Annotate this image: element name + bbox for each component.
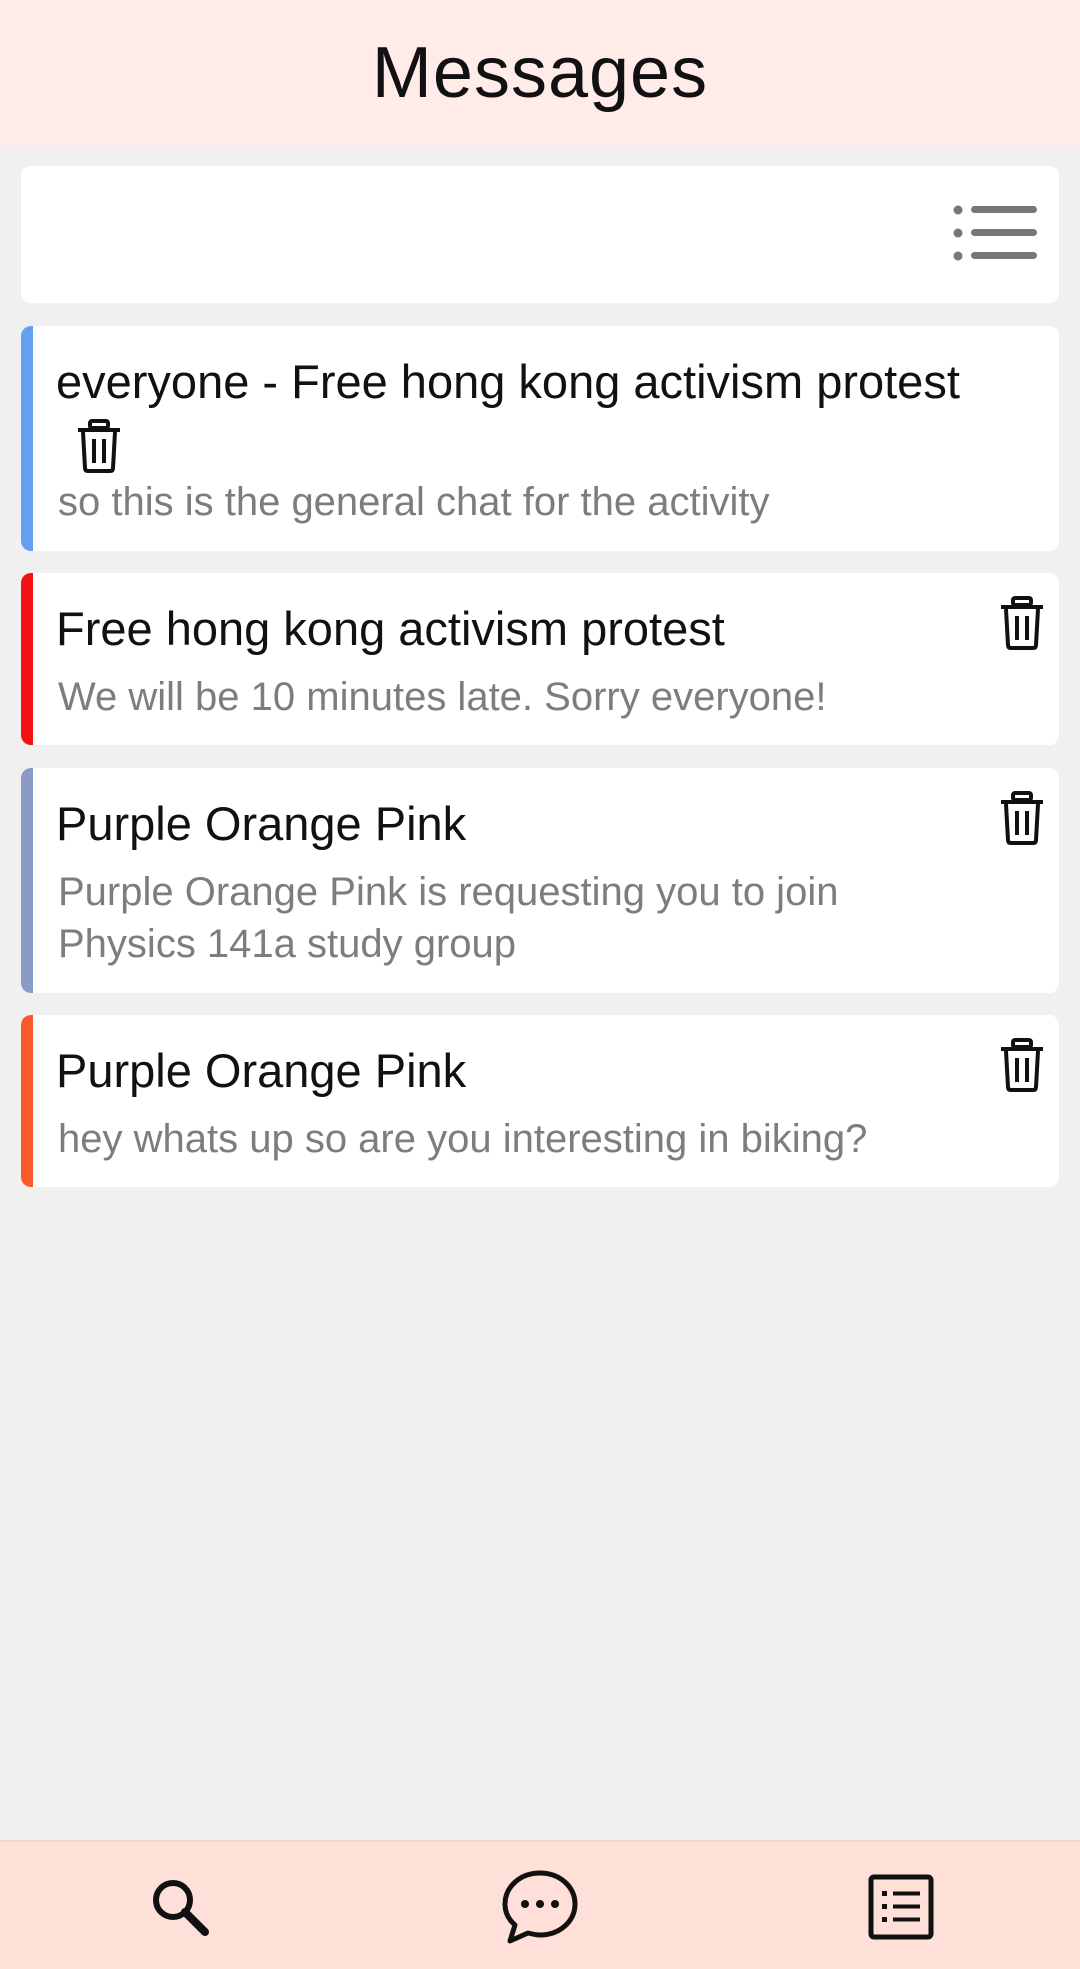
filter-bar — [21, 166, 1059, 303]
conversation-preview: We will be 10 minutes late. Sorry everyo… — [58, 675, 827, 719]
conversation-preview: so this is the general chat for the acti… — [58, 480, 770, 524]
chat-bubble-icon — [502, 1870, 578, 1944]
accent-bar — [21, 768, 33, 993]
conversation-title: everyone - Free hong kong activism prote… — [56, 355, 960, 408]
accent-bar — [21, 573, 33, 745]
conversation-item[interactable]: Free hong kong activism protest We will … — [21, 573, 1059, 745]
trash-icon — [78, 419, 120, 473]
accent-bar — [21, 326, 33, 551]
conversation-preview: hey whats up so are you interesting in b… — [58, 1117, 868, 1161]
conversation-title: Free hong kong activism protest — [56, 602, 725, 655]
nav-list-button[interactable] — [856, 1862, 946, 1952]
delete-button[interactable] — [999, 1037, 1045, 1093]
nav-search-button[interactable] — [135, 1862, 225, 1952]
trash-icon — [1001, 791, 1043, 845]
conversation-title: Purple Orange Pink — [56, 1044, 467, 1097]
bottom-nav — [0, 1840, 1080, 1969]
conversation-title: Purple Orange Pink — [56, 797, 467, 850]
conversation-item[interactable]: Purple Orange Pink Purple Orange Pink is… — [21, 768, 1059, 993]
trash-icon — [1001, 596, 1043, 650]
nav-messages-button[interactable] — [495, 1862, 585, 1952]
accent-bar — [21, 1015, 33, 1187]
delete-button[interactable] — [999, 595, 1045, 651]
conversation-item[interactable]: everyone - Free hong kong activism prote… — [21, 326, 1059, 551]
trash-icon — [1001, 1038, 1043, 1092]
search-icon — [153, 1880, 209, 1936]
app-header: Messages — [0, 0, 1080, 145]
list-filter-icon — [953, 205, 1037, 261]
delete-button[interactable] — [76, 418, 122, 474]
conversation-preview: Purple Orange Pink is requesting you to … — [58, 870, 839, 966]
conversation-item[interactable]: Purple Orange Pink hey whats up so are y… — [21, 1015, 1059, 1187]
page-title: Messages — [371, 32, 709, 113]
list-icon — [868, 1874, 934, 1940]
list-filter-button[interactable] — [953, 202, 1037, 264]
delete-button[interactable] — [999, 790, 1045, 846]
